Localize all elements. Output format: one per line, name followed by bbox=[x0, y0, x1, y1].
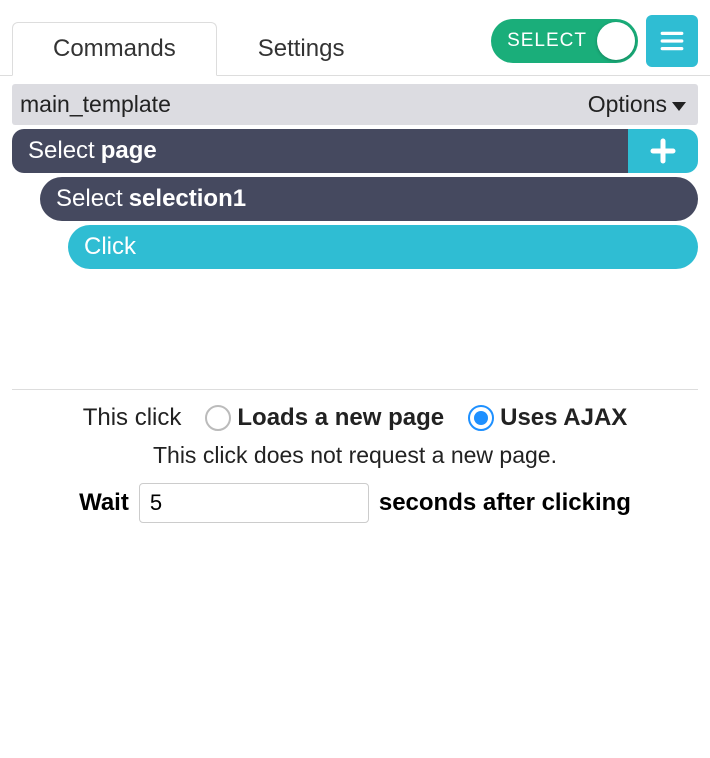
template-bar: main_template Options bbox=[12, 84, 698, 125]
wait-prefix: Wait bbox=[79, 489, 129, 517]
command-click[interactable]: Click bbox=[68, 225, 698, 269]
options-label: Options bbox=[588, 91, 667, 118]
command-select-page[interactable]: Select page bbox=[12, 129, 628, 173]
tabs-bar: Commands Settings SELECT bbox=[0, 0, 710, 76]
click-options-row: This click Loads a new page Uses AJAX bbox=[0, 390, 710, 432]
template-name: main_template bbox=[20, 91, 171, 118]
radio-uses-ajax[interactable]: Uses AJAX bbox=[468, 404, 627, 432]
caret-down-icon bbox=[672, 102, 686, 111]
select-toggle-label: SELECT bbox=[507, 30, 587, 52]
hamburger-icon bbox=[659, 28, 685, 54]
radio-loads-new-page[interactable]: Loads a new page bbox=[205, 404, 444, 432]
plus-icon bbox=[648, 136, 678, 166]
click-options-label: This click bbox=[83, 404, 182, 432]
command-select-selection1[interactable]: Select selection1 bbox=[40, 177, 698, 221]
add-command-button[interactable] bbox=[628, 129, 698, 173]
tab-settings[interactable]: Settings bbox=[217, 22, 386, 75]
select-mode-toggle[interactable]: SELECT bbox=[491, 19, 638, 63]
radio-icon bbox=[468, 405, 494, 431]
ajax-note: This click does not request a new page. bbox=[0, 442, 710, 469]
template-options-dropdown[interactable]: Options bbox=[588, 91, 686, 118]
command-list: Select page Select selection1 Click bbox=[12, 129, 698, 269]
wait-row: Wait seconds after clicking bbox=[0, 483, 710, 523]
menu-button[interactable] bbox=[646, 15, 698, 67]
toggle-knob bbox=[597, 22, 635, 60]
radio-icon bbox=[205, 405, 231, 431]
wait-suffix: seconds after clicking bbox=[379, 489, 631, 517]
tab-commands[interactable]: Commands bbox=[12, 22, 217, 76]
wait-seconds-input[interactable] bbox=[139, 483, 369, 523]
